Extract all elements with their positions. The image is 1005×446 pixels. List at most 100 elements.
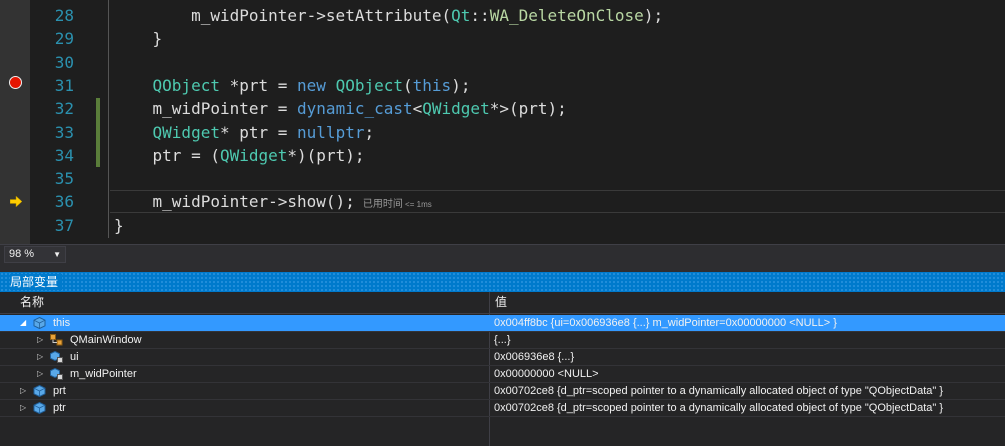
- perf-tip-label: 已用时间: [362, 199, 403, 211]
- code-text[interactable]: m_widPointer->setAttribute(Qt::WA_Delete…: [114, 4, 663, 27]
- locals-row[interactable]: ▷ QMainWindow {...}: [0, 332, 1005, 349]
- editor-status-bar: 98 % ▼: [0, 244, 1005, 264]
- code-editor[interactable]: 28 m_widPointer->setAttribute(Qt::WA_Del…: [0, 0, 1005, 244]
- locals-row[interactable]: ▷ prt 0x00702ce8 {d_ptr=scoped pointer to …: [0, 383, 1005, 400]
- code-token: QObject: [335, 75, 404, 95]
- code-text[interactable]: m_widPointer->show(); 已用时间 <= 1ms: [114, 190, 432, 216]
- code-token: ptr = (: [114, 145, 220, 165]
- line-number: 28: [54, 6, 74, 25]
- code-text[interactable]: }: [114, 214, 124, 237]
- variable-name: prt: [53, 385, 66, 397]
- code-text[interactable]: }: [114, 27, 163, 50]
- code-token: QWidget: [422, 99, 490, 119]
- code-token: }: [114, 29, 163, 49]
- variable-name: ui: [70, 351, 79, 363]
- code-line[interactable]: 29 }: [0, 27, 1005, 50]
- perf-tip-value: <= 1ms: [402, 200, 432, 210]
- code-text[interactable]: m_widPointer = dynamic_cast<QWidget*>(pr…: [114, 97, 567, 120]
- chevron-down-icon: ▼: [53, 250, 61, 259]
- code-token: *prt =: [219, 75, 298, 95]
- code-token: m_widPointer->setAttribute(: [114, 6, 452, 25]
- variable-value[interactable]: 0x00702ce8 {d_ptr=scoped pointer to a dy…: [494, 400, 943, 416]
- code-line[interactable]: 37}: [0, 214, 1005, 237]
- breakpoint-icon[interactable]: [9, 76, 22, 89]
- code-token: nullptr: [297, 122, 365, 142]
- private-member-icon: [50, 350, 63, 363]
- code-line[interactable]: 34 ptr = (QWidget*)(prt);: [0, 144, 1005, 167]
- code-text[interactable]: QWidget* ptr = nullptr;: [114, 121, 375, 144]
- variable-name: QMainWindow: [70, 334, 142, 346]
- expand-arrow-icon[interactable]: ▷: [20, 400, 26, 416]
- locals-panel-title: 局部变量: [10, 274, 63, 290]
- code-token: ;: [364, 122, 375, 142]
- code-token: (: [403, 75, 413, 95]
- expand-arrow-icon[interactable]: ▷: [37, 332, 43, 348]
- locals-panel-title-bar[interactable]: 局部变量: [0, 272, 1005, 292]
- column-header-name[interactable]: 名称: [20, 292, 44, 313]
- locals-row[interactable]: ◢ this 0x004ff8bc {ui=0x006936e8 {...} m_w…: [0, 315, 1005, 332]
- code-token: *>(prt);: [489, 99, 567, 119]
- code-token: new: [297, 75, 326, 95]
- collapse-arrow-icon[interactable]: ◢: [20, 315, 26, 331]
- zoom-level-value: 98 %: [9, 248, 35, 260]
- variable-name: ptr: [53, 402, 66, 414]
- line-number: 33: [54, 122, 74, 142]
- code-token: ::: [470, 6, 490, 25]
- column-header-value[interactable]: 值: [495, 292, 507, 313]
- locals-row[interactable]: ▷ ui 0x006936e8 {...}: [0, 349, 1005, 366]
- expand-arrow-icon[interactable]: ▷: [37, 366, 43, 382]
- code-token: }: [114, 215, 124, 235]
- code-token: * ptr =: [219, 122, 298, 142]
- variable-icon: [33, 401, 46, 415]
- code-line[interactable]: 30: [0, 51, 1005, 74]
- private-member-icon: [50, 367, 63, 380]
- code-token: QObject: [152, 75, 220, 95]
- variable-icon: [33, 384, 46, 398]
- locals-row[interactable]: ▷ m_widPointer 0x00000000 <NULL>: [0, 366, 1005, 383]
- code-line[interactable]: 35: [0, 167, 1005, 190]
- code-text[interactable]: ptr = (QWidget*)(prt);: [114, 144, 365, 167]
- base-class-icon: [50, 334, 63, 346]
- locals-row[interactable]: ▷ ptr 0x00702ce8 {d_ptr=scoped pointer to …: [0, 400, 1005, 417]
- code-line[interactable]: 33 QWidget* ptr = nullptr;: [0, 121, 1005, 144]
- variable-value[interactable]: {...}: [494, 332, 511, 348]
- code-token: dynamic_cast: [297, 99, 413, 119]
- code-text[interactable]: QObject *prt = new QObject(this);: [114, 74, 471, 97]
- expand-arrow-icon[interactable]: ▷: [37, 349, 43, 365]
- variable-value[interactable]: 0x004ff8bc {ui=0x006936e8 {...} m_widPoi…: [494, 315, 837, 331]
- line-number: 29: [54, 29, 74, 49]
- code-token: m_widPointer->show();: [114, 192, 355, 212]
- code-token: *)(prt);: [287, 145, 365, 165]
- code-token: WA_DeleteOnClose: [489, 6, 644, 25]
- code-line[interactable]: 36 m_widPointer->show(); 已用时间 <= 1ms: [0, 190, 1005, 216]
- panel-splitter[interactable]: [0, 264, 1005, 272]
- variable-icon: [33, 316, 46, 330]
- line-number: 34: [54, 145, 74, 165]
- code-token: QWidget: [219, 145, 288, 165]
- code-line[interactable]: 28 m_widPointer->setAttribute(Qt::WA_Del…: [0, 4, 1005, 27]
- line-number: 32: [54, 99, 74, 119]
- code-line[interactable]: 32 m_widPointer = dynamic_cast<QWidget*>…: [0, 97, 1005, 120]
- locals-grid[interactable]: 名称 值 ◢ this 0x004ff8bc {ui=0x006936e8 {...…: [0, 292, 1005, 446]
- variable-name: this: [53, 317, 71, 329]
- variable-value[interactable]: 0x00000000 <NULL>: [494, 366, 599, 382]
- perf-tip[interactable]: 已用时间 <= 1ms: [363, 199, 432, 210]
- code-token: this: [412, 75, 452, 95]
- variable-value[interactable]: 0x00702ce8 {d_ptr=scoped pointer to a dy…: [494, 383, 943, 399]
- zoom-level-dropdown[interactable]: 98 % ▼: [4, 246, 66, 263]
- code-token: <: [412, 99, 423, 119]
- variable-value[interactable]: 0x006936e8 {...}: [494, 349, 574, 365]
- code-token: Qt: [451, 6, 471, 25]
- line-number: 30: [54, 52, 74, 72]
- expand-arrow-icon[interactable]: ▷: [20, 383, 26, 399]
- code-line[interactable]: 31 QObject *prt = new QObject(this);: [0, 74, 1005, 97]
- code-token: );: [643, 6, 664, 25]
- code-token: m_widPointer =: [114, 99, 298, 119]
- code-token: QWidget: [152, 122, 220, 142]
- line-number: 36: [54, 192, 74, 212]
- line-number: 31: [54, 75, 74, 95]
- code-token: );: [451, 75, 471, 95]
